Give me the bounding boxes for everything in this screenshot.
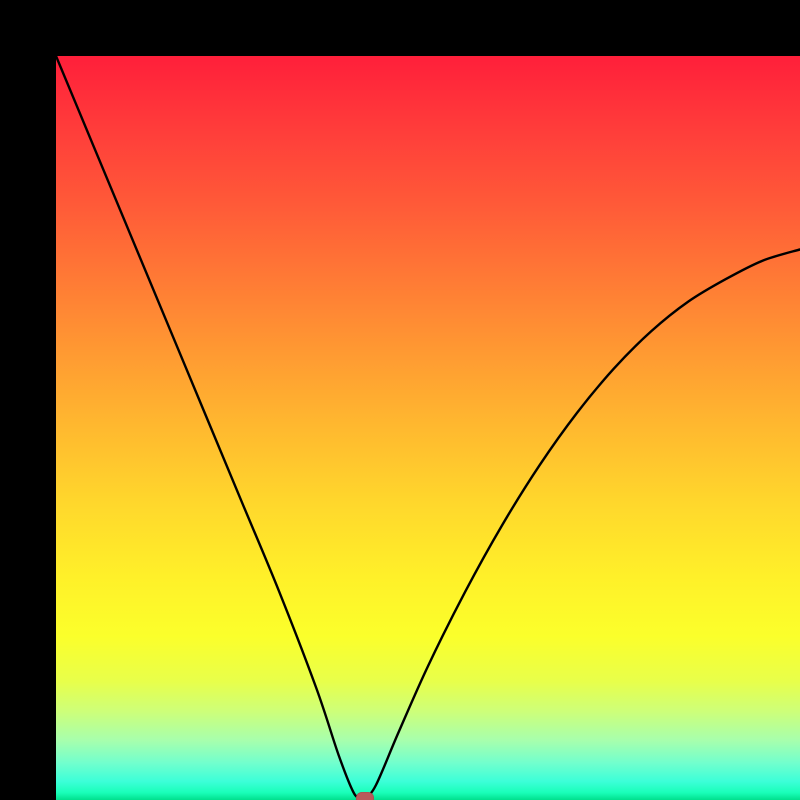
optimal-point-marker xyxy=(356,792,374,800)
chart-frame xyxy=(0,0,800,800)
chart-plot-area xyxy=(56,56,800,800)
chart-curve-svg xyxy=(56,56,800,800)
bottleneck-curve-path xyxy=(56,56,800,799)
